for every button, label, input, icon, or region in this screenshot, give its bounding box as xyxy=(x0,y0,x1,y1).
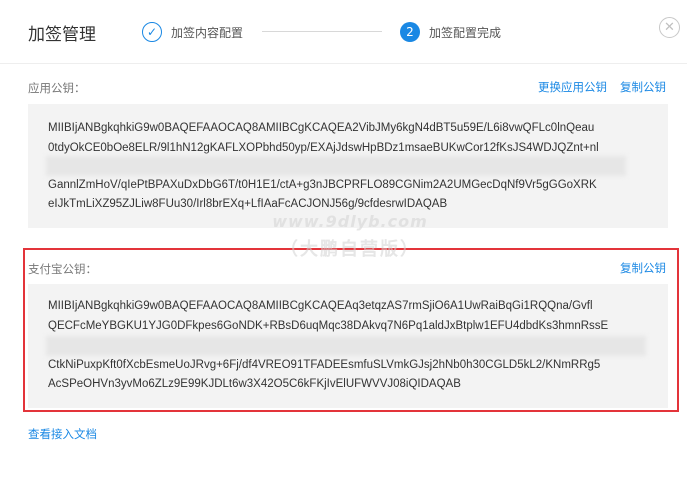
alipay-key-line: AcSPeOHVn3yvMo6ZLz9E99KJDLt6w3X42O5C6kFK… xyxy=(48,378,461,390)
app-public-key-label: 应用公钥： xyxy=(28,81,86,95)
page-title: 加签管理 xyxy=(28,25,96,45)
app-key-line: 0tdyOkCE0bOe8ELR/9l1hN12gKAFLXOPbhd50yp/… xyxy=(48,142,599,154)
modal-header: 加签管理 ✓ 加签内容配置 2 加签配置完成 ✕ xyxy=(0,0,687,64)
step-1: ✓ 加签内容配置 xyxy=(142,20,243,44)
redacted-region xyxy=(46,336,646,356)
step-2-label: 加签配置完成 xyxy=(429,25,502,40)
alipay-public-key-label: 支付宝公钥： xyxy=(28,262,97,276)
view-docs-link[interactable]: 查看接入文档 xyxy=(28,426,97,442)
redacted-region xyxy=(46,156,626,176)
step-connector xyxy=(262,31,382,32)
app-public-key-box: MIIBIjANBgkqhkiG9w0BAQEFAAOCAQ8AMIIBCgKC… xyxy=(28,104,668,228)
alipay-public-key-box: MIIBIjANBgkqhkiG9w0BAQEFAAOCAQ8AMIIBCgKC… xyxy=(28,284,668,408)
header-divider xyxy=(0,63,687,64)
change-app-key-link[interactable]: 更换应用公钥 xyxy=(538,79,607,95)
check-icon: ✓ xyxy=(142,22,162,42)
app-key-line: eIJkTmLiXZ95ZJLiw8FUu30/Irl8brEXq+LfIAaF… xyxy=(48,198,448,210)
app-key-line: MIIBIjANBgkqhkiG9w0BAQEFAAOCAQ8AMIIBCgKC… xyxy=(48,122,595,134)
step-indicator: ✓ 加签内容配置 2 加签配置完成 xyxy=(140,20,520,44)
app-key-line: GannlZmHoV/qIePtBPAXuDxDbG6T/t0H1E1/ctA+… xyxy=(48,179,597,191)
copy-app-key-link[interactable]: 复制公钥 xyxy=(620,79,666,95)
step-2: 2 加签配置完成 xyxy=(400,20,501,44)
alipay-key-line: MIIBIjANBgkqhkiG9w0BAQEFAAOCAQ8AMIIBCgKC… xyxy=(48,300,593,312)
watermark-caption: （大鹏自营版） xyxy=(280,239,420,260)
close-icon[interactable]: ✕ xyxy=(659,17,680,38)
step-1-label: 加签内容配置 xyxy=(171,25,244,40)
alipay-key-line: CtkNiPuxpKft0fXcbEsmeUoJRvg+6Fj/df4VREO9… xyxy=(48,359,601,371)
step-2-number: 2 xyxy=(400,22,420,42)
alipay-key-line: QECFcMeYBGKU1YJG0DFkpes6GoNDK+RBsD6uqMqc… xyxy=(48,320,609,332)
copy-alipay-key-link[interactable]: 复制公钥 xyxy=(620,260,666,276)
